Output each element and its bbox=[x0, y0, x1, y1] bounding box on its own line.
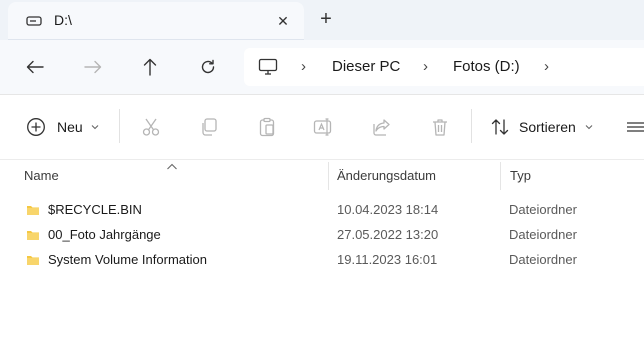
file-type: Dateiordner bbox=[509, 202, 577, 217]
scissors-icon bbox=[142, 118, 160, 136]
column-header-date[interactable]: Änderungsdatum bbox=[337, 168, 436, 183]
clipboard-icon bbox=[259, 117, 275, 137]
chevron-down-icon bbox=[585, 125, 593, 130]
forward-arrow-icon bbox=[84, 60, 102, 74]
back-button[interactable] bbox=[18, 50, 52, 84]
tab-bar: D:\ ✕ + bbox=[0, 0, 644, 40]
file-type: Dateiordner bbox=[509, 252, 577, 267]
sort-button-label: Sortieren bbox=[519, 119, 576, 135]
new-tab-button[interactable]: + bbox=[312, 6, 340, 32]
column-header-type[interactable]: Typ bbox=[510, 168, 531, 183]
address-bar[interactable]: › Dieser PC › Fotos (D:) › bbox=[244, 48, 644, 86]
copy-icon bbox=[202, 118, 217, 136]
column-resize-handle[interactable] bbox=[328, 162, 329, 190]
plus-circle-icon bbox=[27, 118, 45, 136]
list-item[interactable]: $RECYCLE.BIN 10.04.2023 18:14 Dateiordne… bbox=[0, 198, 644, 223]
breadcrumb-drive-d[interactable]: Fotos (D:) bbox=[453, 58, 520, 75]
column-header-name[interactable]: Name bbox=[24, 168, 59, 183]
breadcrumb-separator[interactable]: › bbox=[301, 58, 306, 75]
file-date: 19.11.2023 16:01 bbox=[337, 252, 438, 267]
new-button-label: Neu bbox=[57, 119, 83, 135]
cut-button[interactable] bbox=[141, 111, 161, 143]
tab-title: D:\ bbox=[54, 12, 72, 28]
back-arrow-icon bbox=[26, 60, 44, 74]
file-name: 00_Foto Jahrgänge bbox=[48, 227, 161, 242]
file-date: 27.05.2022 13:20 bbox=[337, 227, 439, 242]
command-bar: Neu Sortieren bbox=[0, 95, 644, 159]
breadcrumb-separator[interactable]: › bbox=[544, 58, 549, 75]
refresh-button[interactable] bbox=[191, 50, 225, 84]
file-date: 10.04.2023 18:14 bbox=[337, 202, 439, 217]
column-resize-handle[interactable] bbox=[500, 162, 501, 190]
chevron-down-icon bbox=[91, 125, 99, 130]
list-item[interactable]: 00_Foto Jahrgänge 27.05.2022 13:20 Datei… bbox=[0, 223, 644, 248]
list-item[interactable]: System Volume Information 19.11.2023 16:… bbox=[0, 248, 644, 273]
divider bbox=[0, 159, 644, 160]
sort-caret-icon bbox=[166, 158, 178, 176]
toolbar-separator bbox=[471, 109, 472, 143]
paste-button[interactable] bbox=[257, 111, 277, 143]
up-button[interactable] bbox=[133, 50, 167, 84]
this-pc-icon bbox=[258, 58, 278, 81]
navigation-bar: › Dieser PC › Fotos (D:) › bbox=[0, 40, 644, 94]
sort-arrows-icon bbox=[491, 119, 509, 135]
rename-icon bbox=[313, 118, 332, 136]
toolbar-separator bbox=[119, 109, 120, 143]
breadcrumb-separator[interactable]: › bbox=[423, 58, 428, 75]
share-icon bbox=[373, 119, 390, 136]
view-button[interactable] bbox=[626, 111, 644, 143]
file-name: System Volume Information bbox=[48, 252, 207, 267]
forward-button[interactable] bbox=[76, 50, 110, 84]
trash-icon bbox=[433, 119, 447, 136]
file-type: Dateiordner bbox=[509, 227, 577, 242]
file-name: $RECYCLE.BIN bbox=[48, 202, 142, 217]
tab-close-button[interactable]: ✕ bbox=[270, 8, 296, 34]
share-button[interactable] bbox=[372, 111, 392, 143]
list-view-icon bbox=[627, 122, 644, 132]
sort-button[interactable]: Sortieren bbox=[490, 111, 593, 143]
delete-button[interactable] bbox=[430, 111, 450, 143]
tab-drive-d[interactable]: D:\ ✕ bbox=[8, 2, 304, 40]
breadcrumb-this-pc[interactable]: Dieser PC bbox=[332, 58, 400, 75]
refresh-icon bbox=[201, 59, 215, 74]
folder-icon bbox=[26, 203, 40, 222]
new-button[interactable]: Neu bbox=[26, 111, 99, 143]
folder-icon bbox=[26, 253, 40, 272]
copy-button[interactable] bbox=[199, 111, 219, 143]
drive-icon bbox=[26, 14, 42, 32]
folder-icon bbox=[26, 228, 40, 247]
up-arrow-icon bbox=[143, 58, 157, 76]
rename-button[interactable] bbox=[313, 111, 335, 143]
